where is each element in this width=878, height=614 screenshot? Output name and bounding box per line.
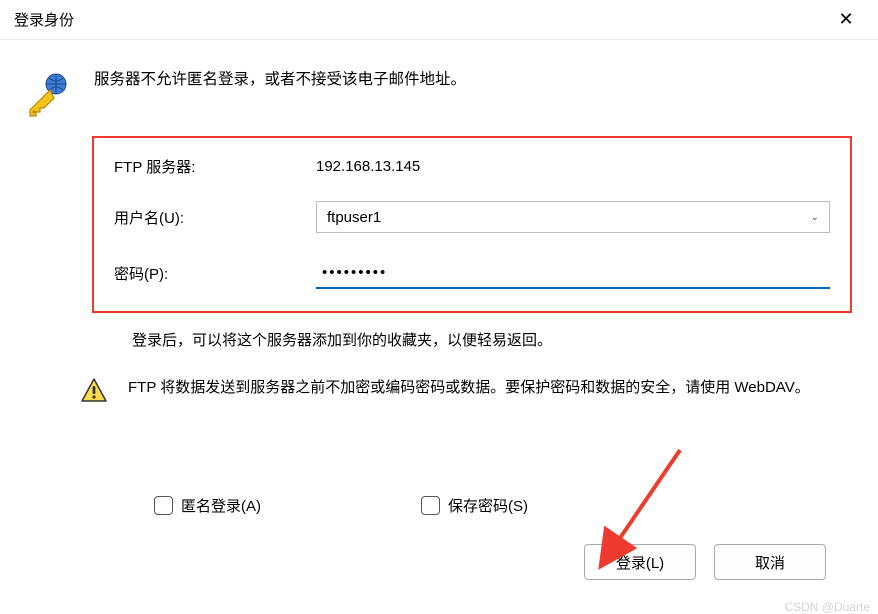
chevron-down-icon: ⌄	[811, 212, 819, 223]
warning-icon	[80, 377, 108, 405]
server-label: FTP 服务器:	[114, 156, 316, 177]
password-input[interactable]	[316, 257, 830, 289]
login-button[interactable]: 登录(L)	[584, 544, 696, 580]
checkbox-box	[154, 496, 173, 515]
highlighted-form-region: FTP 服务器: 192.168.13.145 用户名(U): ⌄ 密码(P):	[92, 136, 852, 313]
warning-row: FTP 将数据发送到服务器之前不加密或编码密码或数据。要保护密码和数据的安全，请…	[80, 375, 854, 405]
server-row: FTP 服务器: 192.168.13.145	[114, 156, 830, 177]
main-message: 服务器不允许匿名登录，或者不接受该电子邮件地址。	[94, 68, 854, 93]
dialog-content: 服务器不允许匿名登录，或者不接受该电子邮件地址。 FTP 服务器: 192.16…	[0, 40, 878, 580]
button-row: 登录(L) 取消	[24, 544, 854, 580]
username-combobox[interactable]: ⌄	[316, 201, 830, 233]
hint-text: 登录后，可以将这个服务器添加到你的收藏夹，以便轻易返回。	[132, 329, 854, 353]
close-icon: ✕	[838, 9, 853, 30]
watermark: CSDN @Duarte	[784, 600, 870, 614]
window-title: 登录身份	[14, 9, 74, 30]
save-password-label: 保存密码(S)	[448, 495, 528, 516]
username-row: 用户名(U): ⌄	[114, 201, 830, 233]
message-row: 服务器不允许匿名登录，或者不接受该电子邮件地址。	[24, 68, 854, 118]
username-input[interactable]	[327, 209, 811, 226]
save-password-checkbox[interactable]: 保存密码(S)	[421, 495, 528, 516]
close-button[interactable]: ✕	[826, 2, 866, 38]
cancel-button[interactable]: 取消	[714, 544, 826, 580]
password-row: 密码(P):	[114, 257, 830, 289]
checkbox-row: 匿名登录(A) 保存密码(S)	[154, 495, 854, 516]
server-value: 192.168.13.145	[316, 158, 420, 175]
anonymous-login-checkbox[interactable]: 匿名登录(A)	[154, 495, 261, 516]
titlebar: 登录身份 ✕	[0, 0, 878, 40]
password-label: 密码(P):	[114, 263, 316, 284]
key-globe-icon	[24, 70, 72, 118]
anonymous-login-label: 匿名登录(A)	[181, 495, 261, 516]
username-label: 用户名(U):	[114, 207, 316, 228]
warning-text: FTP 将数据发送到服务器之前不加密或编码密码或数据。要保护密码和数据的安全，请…	[128, 375, 854, 401]
checkbox-box	[421, 496, 440, 515]
